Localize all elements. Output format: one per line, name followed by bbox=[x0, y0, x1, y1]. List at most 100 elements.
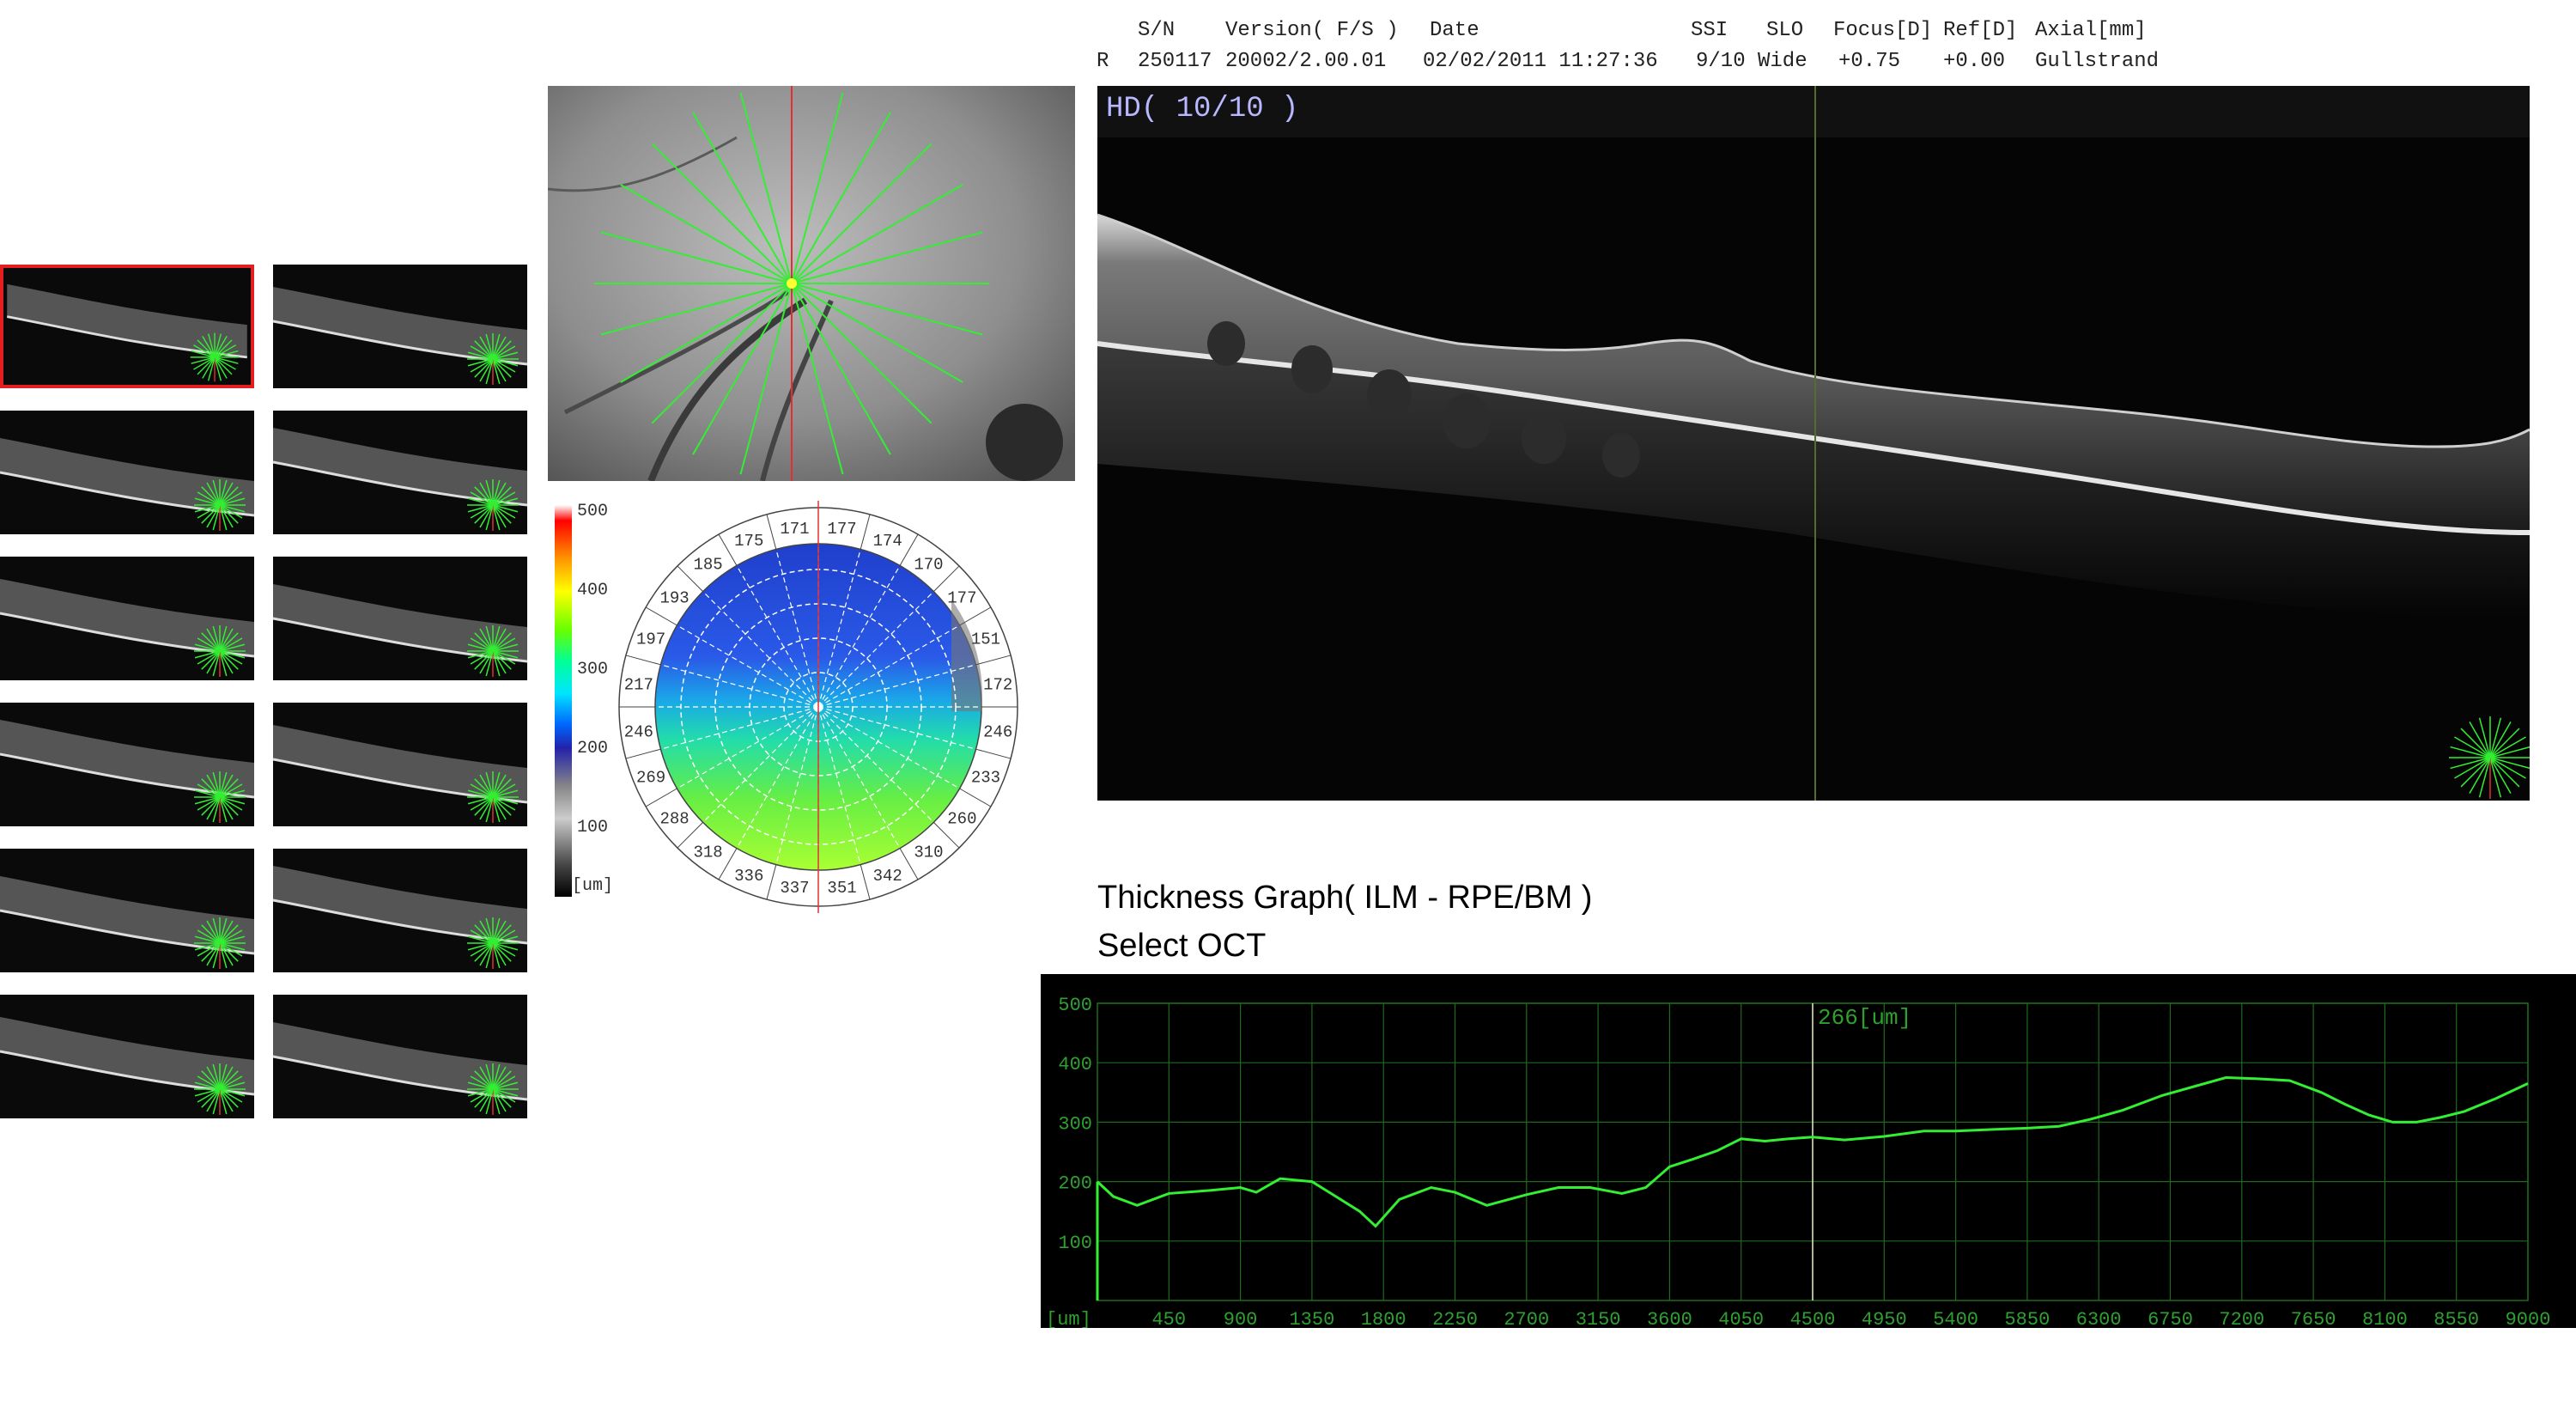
thumbnail-scan-indicator bbox=[467, 333, 519, 385]
oct-bscan-view[interactable] bbox=[1097, 86, 2530, 801]
thumbnail-bscan bbox=[273, 866, 527, 969]
label-sn: S/N bbox=[1138, 19, 1176, 42]
thumbnail-scan-indicator bbox=[194, 479, 246, 531]
value-sn: 250117 bbox=[1138, 50, 1212, 73]
chart-x-tick-label: 2700 bbox=[1504, 1309, 1549, 1328]
scan-info-values: R 250117 20002/2.00.01 02/02/2011 11:27:… bbox=[1095, 46, 2555, 77]
thumbnail-bscan bbox=[273, 584, 527, 677]
polar-sector-label: 185 bbox=[693, 556, 722, 575]
value-slo: Wide bbox=[1758, 50, 1807, 73]
polar-sector-label: 174 bbox=[873, 532, 902, 551]
optic-disc-shadow bbox=[986, 404, 1063, 481]
chart-y-tick-label: 300 bbox=[1058, 1113, 1092, 1135]
scan-info-header: S/N Version( F/S ) Date SSI SLO Focus[D]… bbox=[1095, 15, 2555, 77]
thumbnail-retina bbox=[0, 720, 254, 797]
thumbnail-bscan bbox=[6, 283, 247, 382]
fundus-slo-image[interactable] bbox=[548, 86, 1075, 481]
thumbnail-bscan bbox=[0, 579, 254, 677]
oct-thumbnail[interactable] bbox=[273, 995, 527, 1118]
chart-x-tick-label: 3600 bbox=[1647, 1309, 1692, 1328]
chart-x-tick-label: 6300 bbox=[2076, 1309, 2122, 1328]
value-eye: R bbox=[1097, 50, 1109, 73]
polar-sector-label: 310 bbox=[914, 843, 943, 862]
oct-thumbnail[interactable] bbox=[273, 411, 527, 534]
polar-grid bbox=[619, 501, 1018, 913]
label-ssi: SSI bbox=[1691, 19, 1728, 42]
chart-x-tick-label: 2250 bbox=[1432, 1309, 1478, 1328]
thumbnail-scan-indicator bbox=[194, 917, 246, 969]
polar-sector-label: 337 bbox=[780, 879, 809, 898]
thumbnail-bscan bbox=[273, 428, 527, 531]
oct-thumbnail[interactable] bbox=[273, 703, 527, 826]
polar-sector-label: 233 bbox=[971, 769, 1000, 788]
polar-thickness-map[interactable]: 177 174 170 177 151 172 246 233 260 310 342 351 337 3… bbox=[608, 496, 1029, 917]
chart-x-tick-label: 5850 bbox=[2004, 1309, 2050, 1328]
chart-y-tick-label: 200 bbox=[1058, 1173, 1092, 1195]
polar-sector-label: 246 bbox=[983, 723, 1012, 742]
label-slo: SLO bbox=[1766, 19, 1804, 42]
polar-sector-label: 177 bbox=[827, 520, 856, 539]
thickness-chart-svg: 500 400 300 200 100 450 900 1350 1800 2250 2700 315… bbox=[1046, 995, 2550, 1328]
chart-x-tick-label: 4050 bbox=[1718, 1309, 1764, 1328]
oct-thumbnail[interactable] bbox=[0, 557, 254, 680]
label-axial: Axial[mm] bbox=[2035, 19, 2147, 42]
thumbnail-scan-indicator bbox=[194, 1063, 246, 1115]
polar-sector-label: 175 bbox=[734, 532, 763, 551]
scan-info-labels: S/N Version( F/S ) Date SSI SLO Focus[D]… bbox=[1095, 15, 2555, 46]
fundus-svg bbox=[548, 86, 1075, 481]
thumbnail-bscan bbox=[273, 1022, 527, 1115]
polar-sector-label: 269 bbox=[636, 769, 665, 788]
colorbar-tick-100: 100 bbox=[577, 818, 609, 837]
oct-thumbnail[interactable] bbox=[273, 849, 527, 972]
colorbar-tick-200: 200 bbox=[577, 739, 609, 758]
oct-thumbnail[interactable] bbox=[0, 849, 254, 972]
polar-sector-label: 336 bbox=[734, 867, 763, 886]
oct-thumbnail[interactable] bbox=[0, 265, 254, 388]
value-ref: +0.00 bbox=[1943, 50, 2006, 73]
chart-x-tick-label: 4500 bbox=[1790, 1309, 1836, 1328]
colorbar-tick-400: 400 bbox=[577, 581, 609, 600]
polar-sector-label: 342 bbox=[873, 867, 902, 886]
polar-map-svg: 1771741701771511722462332603103423513373… bbox=[618, 501, 1018, 913]
chart-x-tick-label: 8550 bbox=[2433, 1309, 2479, 1328]
thickness-colorbar bbox=[555, 505, 572, 897]
thickness-line-chart[interactable]: 500 400 300 200 100 450 900 1350 1800 2250 2700 315… bbox=[1041, 974, 2576, 1328]
value-ssi: 9/10 bbox=[1696, 50, 1746, 73]
thumbnail-scan-indicator bbox=[467, 771, 519, 823]
polar-sector-label: 288 bbox=[659, 809, 689, 828]
chart-cursor-label: 266[um] bbox=[1818, 1005, 1911, 1031]
chart-x-tick-label: 450 bbox=[1151, 1309, 1186, 1328]
oct-thumbnail[interactable] bbox=[0, 703, 254, 826]
polar-sector-label: 217 bbox=[624, 675, 653, 694]
thumbnail-bscan bbox=[0, 1017, 254, 1115]
chart-x-tick-label: 4950 bbox=[1862, 1309, 1907, 1328]
chart-y-tick-label: 500 bbox=[1058, 995, 1092, 1016]
chart-x-tick-label: 5400 bbox=[1933, 1309, 1978, 1328]
colorbar-tick-500: 500 bbox=[577, 502, 609, 521]
scan-direction-indicator bbox=[2449, 716, 2530, 799]
thumbnail-scan-indicator bbox=[194, 625, 246, 677]
polar-sector-label: 260 bbox=[947, 809, 976, 828]
polar-sector-label: 351 bbox=[827, 879, 856, 898]
polar-sector-label: 177 bbox=[947, 589, 976, 608]
polar-sector-label: 318 bbox=[693, 843, 722, 862]
oct-thumbnail[interactable] bbox=[273, 265, 527, 388]
thumbnail-scan-indicator bbox=[190, 332, 240, 382]
chart-x-tick-label: 1800 bbox=[1361, 1309, 1406, 1328]
colorbar-tick-300: 300 bbox=[577, 660, 609, 679]
oct-thumbnail[interactable] bbox=[273, 557, 527, 680]
oct-thumbnail[interactable] bbox=[0, 995, 254, 1118]
value-date: 02/02/2011 11:27:36 bbox=[1423, 50, 1658, 73]
polar-sector-label: 193 bbox=[659, 589, 689, 608]
oct-bscan-svg bbox=[1097, 86, 2530, 801]
polar-sector-label: 246 bbox=[624, 723, 653, 742]
thumbnail-scan-indicator bbox=[467, 1063, 519, 1115]
thumbnail-scan-indicator bbox=[467, 917, 519, 969]
thumbnail-scan-indicator bbox=[467, 625, 519, 677]
oct-thumbnail[interactable] bbox=[0, 411, 254, 534]
thumbnail-bscan bbox=[273, 725, 527, 823]
thickness-graph-subtitle: Select OCT bbox=[1097, 928, 1267, 964]
chart-x-tick-label: 900 bbox=[1224, 1309, 1258, 1328]
thumbnail-scan-indicator bbox=[194, 771, 246, 823]
thumbnail-retina bbox=[273, 428, 527, 505]
